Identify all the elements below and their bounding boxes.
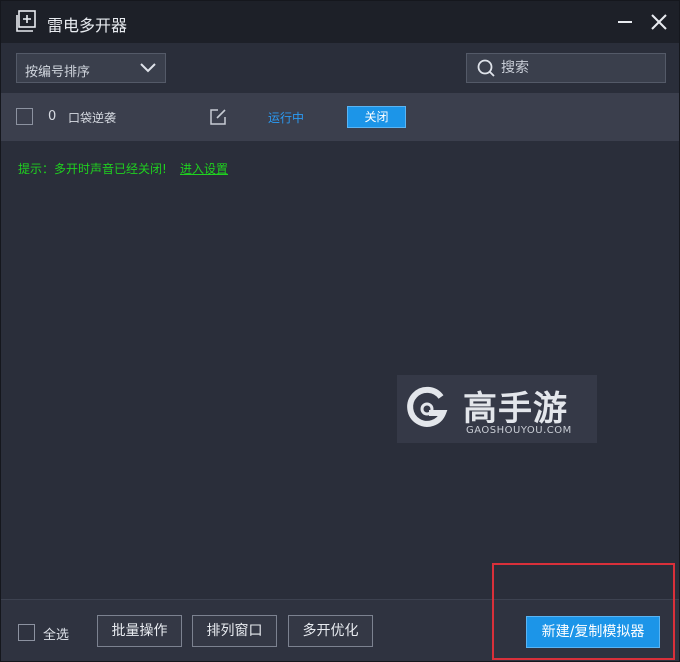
instance-checkbox[interactable] — [16, 108, 33, 125]
search-icon[interactable] — [476, 58, 496, 78]
select-all-checkbox[interactable] — [18, 624, 35, 641]
search-input[interactable] — [501, 58, 656, 78]
arrange-windows-button[interactable]: 排列窗口 — [192, 615, 277, 647]
title-bar: 雷电多开器 — [1, 1, 679, 43]
close-window-button[interactable] — [647, 10, 671, 34]
edit-icon[interactable] — [209, 108, 227, 126]
footer-bar: 全选 批量操作 排列窗口 多开优化 新建/复制模拟器 — [1, 599, 679, 661]
close-icon — [651, 14, 667, 30]
minimize-button[interactable] — [613, 10, 637, 34]
enter-settings-link[interactable]: 进入设置 — [180, 160, 228, 177]
chevron-down-icon — [140, 63, 156, 73]
sort-dropdown[interactable]: 按编号排序 — [16, 53, 166, 83]
instance-index: 0 — [48, 109, 57, 124]
gaoshouyou-logo — [407, 386, 448, 427]
watermark: 高手游 GAOSHOUYOU.COM — [397, 375, 597, 443]
instance-close-button[interactable]: 关闭 — [347, 106, 406, 128]
multi-instance-manager-window: 雷电多开器 按编号排序 搜索 0 口袋逆袭 运行中 关闭 提示：多开时声音已经关… — [0, 0, 680, 662]
multi-open-optimize-button[interactable]: 多开优化 — [288, 615, 373, 647]
select-all-label: 全选 — [43, 628, 70, 643]
search-box — [466, 53, 666, 83]
batch-operation-button[interactable]: 批量操作 — [97, 615, 182, 647]
new-copy-emulator-button[interactable]: 新建/复制模拟器 — [526, 616, 660, 648]
sound-notice-text: 提示：多开时声音已经关闭! — [18, 162, 167, 176]
toolbar: 按编号排序 — [1, 43, 679, 93]
multi-window-add-icon — [16, 10, 36, 32]
watermark-name: 高手游 — [463, 389, 568, 429]
sort-dropdown-label: 按编号排序 — [25, 65, 91, 80]
minimize-icon — [618, 21, 632, 23]
instance-name: 口袋逆袭 — [68, 111, 117, 125]
instance-row: 0 口袋逆袭 运行中 关闭 — [1, 93, 679, 141]
instance-status: 运行中 — [268, 111, 305, 125]
window-title: 雷电多开器 — [47, 16, 128, 35]
watermark-domain: GAOSHOUYOU.COM — [466, 425, 572, 436]
